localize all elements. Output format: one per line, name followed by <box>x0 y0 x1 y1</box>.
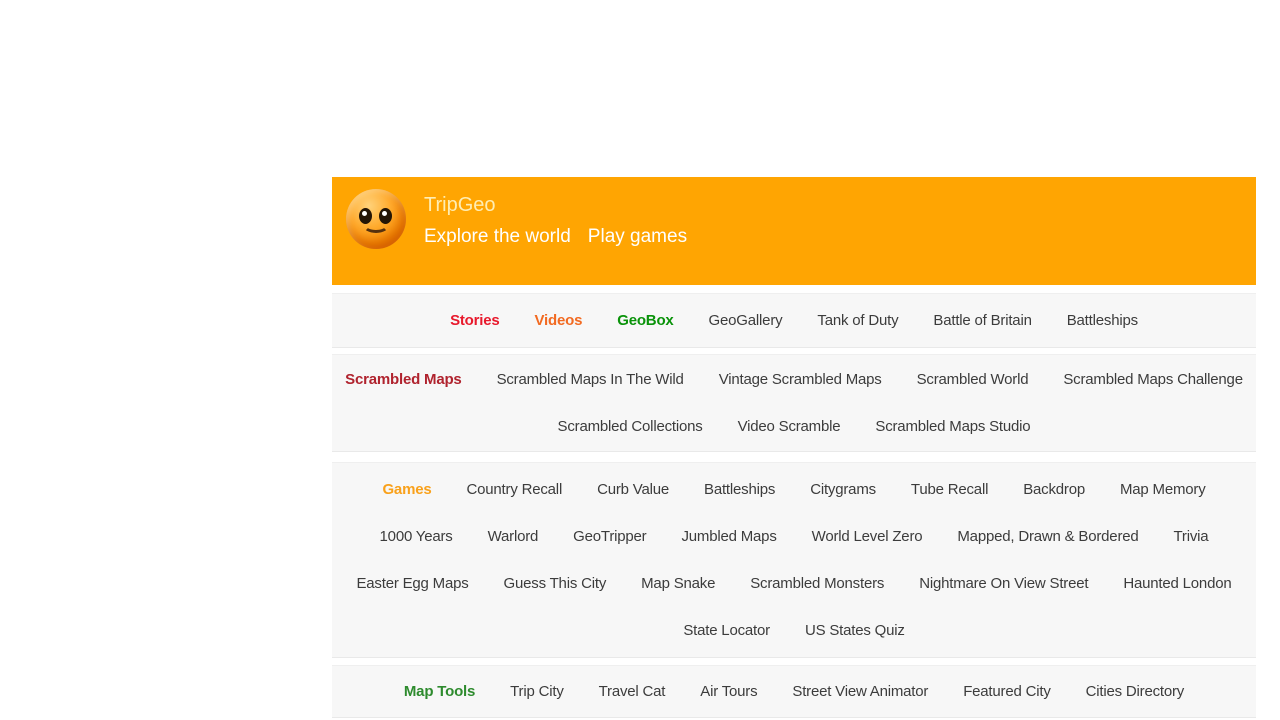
nav-section-games: Games Country Recall Curb Value Battleships… <box>332 462 1256 658</box>
nav-link-1000-years[interactable]: 1000 Years <box>380 528 453 545</box>
nav-link-travel-cat[interactable]: Travel Cat <box>599 683 666 700</box>
nav-sections: Stories Videos GeoBox GeoGallery Tank of Dut… <box>332 293 1256 718</box>
nav-link-scrambled-maps-in-the-wild[interactable]: Scrambled Maps In The Wild <box>497 371 684 388</box>
site-title: TripGeo <box>424 194 496 216</box>
nav-link-battle-of-britain[interactable]: Battle of Britain <box>933 312 1032 329</box>
nav-link-scrambled-collections[interactable]: Scrambled Collections <box>558 418 703 435</box>
nav-link-videos[interactable]: Videos <box>535 312 583 329</box>
nav-link-tank-of-duty[interactable]: Tank of Duty <box>817 312 898 329</box>
nav-section-scrambled-maps: Scrambled Maps Scrambled Maps In The Wild… <box>332 354 1256 452</box>
nav-link-haunted-london[interactable]: Haunted London <box>1123 575 1231 592</box>
nav-row: Scrambled Maps Scrambled Maps In The Wild… <box>332 356 1256 403</box>
nav-link-geobox[interactable]: GeoBox <box>617 312 674 329</box>
nav-row: Scrambled Collections Video Scramble Scram… <box>332 403 1256 450</box>
nav-section-map-tools: Map Tools Trip City Travel Cat Air Tours Str… <box>332 665 1256 718</box>
nav-link-country-recall[interactable]: Country Recall <box>467 481 563 498</box>
nav-link-mapped-drawn-bordered[interactable]: Mapped, Drawn & Bordered <box>957 528 1138 545</box>
nav-row: State Locator US States Quiz <box>332 607 1256 654</box>
nav-link-trip-city[interactable]: Trip City <box>510 683 564 700</box>
nav-link-trivia[interactable]: Trivia <box>1174 528 1209 545</box>
header-text: TripGeo Explore the world Play games <box>424 194 687 248</box>
nav-link-warlord[interactable]: Warlord <box>488 528 539 545</box>
nav-link-geotripper[interactable]: GeoTripper <box>573 528 647 545</box>
nav-link-nightmare-on-view-street[interactable]: Nightmare On View Street <box>919 575 1088 592</box>
nav-link-curb-value[interactable]: Curb Value <box>597 481 669 498</box>
nav-link-featured-city[interactable]: Featured City <box>963 683 1051 700</box>
nav-link-backdrop[interactable]: Backdrop <box>1023 481 1085 498</box>
nav-link-world-level-zero[interactable]: World Level Zero <box>812 528 923 545</box>
nav-link-map-snake[interactable]: Map Snake <box>641 575 715 592</box>
nav-link-us-states-quiz[interactable]: US States Quiz <box>805 622 905 639</box>
tagline-links: Explore the world Play games <box>424 226 687 248</box>
nav-link-scrambled-maps-challenge[interactable]: Scrambled Maps Challenge <box>1063 371 1243 388</box>
nav-link-battleships[interactable]: Battleships <box>1067 312 1138 329</box>
nav-link-scrambled-monsters[interactable]: Scrambled Monsters <box>750 575 884 592</box>
nav-link-geogallery[interactable]: GeoGallery <box>709 312 783 329</box>
nav-link-map-tools[interactable]: Map Tools <box>404 683 475 700</box>
explore-the-world-link[interactable]: Explore the world <box>424 226 571 248</box>
nav-link-video-scramble[interactable]: Video Scramble <box>738 418 841 435</box>
tripgeo-logo[interactable] <box>346 189 406 249</box>
nav-link-citygrams[interactable]: Citygrams <box>810 481 876 498</box>
emoji-smile <box>363 218 389 233</box>
nav-link-scrambled-maps[interactable]: Scrambled Maps <box>345 371 462 388</box>
site-header: TripGeo Explore the world Play games <box>332 177 1256 285</box>
nav-link-map-memory[interactable]: Map Memory <box>1120 481 1206 498</box>
play-games-link[interactable]: Play games <box>588 226 687 248</box>
nav-link-jumbled-maps[interactable]: Jumbled Maps <box>681 528 776 545</box>
nav-link-air-tours[interactable]: Air Tours <box>700 683 757 700</box>
nav-row: Map Tools Trip City Travel Cat Air Tours Str… <box>332 668 1256 715</box>
nav-link-tube-recall[interactable]: Tube Recall <box>911 481 988 498</box>
nav-link-scrambled-maps-studio[interactable]: Scrambled Maps Studio <box>875 418 1030 435</box>
nav-row: Easter Egg Maps Guess This City Map Snake S… <box>332 560 1256 607</box>
nav-link-scrambled-world[interactable]: Scrambled World <box>917 371 1029 388</box>
nav-link-street-view-animator[interactable]: Street View Animator <box>792 683 928 700</box>
nav-link-vintage-scrambled-maps[interactable]: Vintage Scrambled Maps <box>719 371 882 388</box>
nav-link-easter-egg-maps[interactable]: Easter Egg Maps <box>356 575 468 592</box>
nav-link-stories[interactable]: Stories <box>450 312 500 329</box>
nav-link-guess-this-city[interactable]: Guess This City <box>504 575 607 592</box>
nav-row: 1000 Years Warlord GeoTripper Jumbled Maps W… <box>332 513 1256 560</box>
nav-link-battleships[interactable]: Battleships <box>704 481 775 498</box>
nav-section-main: Stories Videos GeoBox GeoGallery Tank of Dut… <box>332 293 1256 348</box>
nav-row: Games Country Recall Curb Value Battleships… <box>332 466 1256 513</box>
nav-link-cities-directory[interactable]: Cities Directory <box>1086 683 1185 700</box>
tripgeo-page: TripGeo Explore the world Play games Sto… <box>332 177 1256 718</box>
nav-link-games[interactable]: Games <box>382 481 431 498</box>
nav-link-state-locator[interactable]: State Locator <box>683 622 770 639</box>
nav-row: Stories Videos GeoBox GeoGallery Tank of Dut… <box>332 297 1256 344</box>
